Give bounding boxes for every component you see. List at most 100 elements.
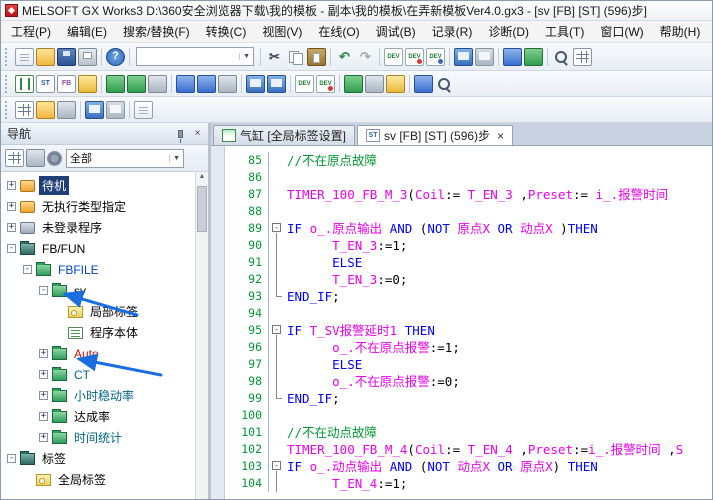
tree-item[interactable]: -FBFILE: [1, 259, 208, 280]
expand-icon[interactable]: +: [39, 349, 48, 358]
run-icon[interactable]: [344, 75, 363, 93]
expand-icon[interactable]: +: [39, 370, 48, 379]
find-icon[interactable]: [552, 48, 571, 66]
expand-icon[interactable]: +: [7, 181, 16, 190]
tree-item[interactable]: 全局标签: [1, 469, 208, 490]
forced-on-off-icon[interactable]: DEV: [316, 75, 335, 93]
menu-item[interactable]: 帮助(H): [652, 21, 709, 42]
collapse-box-icon[interactable]: -: [272, 325, 281, 334]
menu-item[interactable]: 诊断(D): [480, 21, 537, 42]
tree-item[interactable]: -标签: [1, 448, 208, 469]
tree-item[interactable]: -FB/FUN: [1, 238, 208, 259]
save-project-icon[interactable]: [57, 48, 76, 66]
watch-window-icon[interactable]: [503, 48, 522, 66]
code-line[interactable]: 96 o_.不在原点报警:=1;: [225, 339, 712, 356]
reset-icon[interactable]: [386, 75, 405, 93]
tab-sv-st[interactable]: STsv [FB] [ST] (596)步×: [357, 125, 513, 145]
menu-item[interactable]: 记录(R): [424, 21, 481, 42]
output-window-icon[interactable]: [57, 101, 76, 119]
device-memory-icon[interactable]: DEV: [405, 48, 424, 66]
toolbar-grip[interactable]: [5, 101, 10, 119]
tree-item[interactable]: +小时稳动率: [1, 385, 208, 406]
tree-filter-combo[interactable]: 全部▼: [66, 149, 184, 168]
device-test-icon[interactable]: DEV: [295, 75, 314, 93]
code-line[interactable]: 94: [225, 305, 712, 322]
code-line[interactable]: 88: [225, 203, 712, 220]
pin-icon[interactable]: [174, 127, 187, 140]
program-select-combo[interactable]: ▼: [136, 47, 254, 66]
cross-reference-icon[interactable]: [573, 48, 592, 66]
code-line[interactable]: 103-IF o_.动点输出 AND (NOT 动点X OR 原点X) THEN: [225, 458, 712, 475]
online-write-icon[interactable]: [197, 75, 216, 93]
check-program-icon[interactable]: [148, 75, 167, 93]
device-comment-icon[interactable]: DEV: [384, 48, 403, 66]
nav-scrollbar[interactable]: ▲: [195, 172, 208, 499]
simulation-icon[interactable]: [414, 75, 433, 93]
tree-item[interactable]: +CT: [1, 364, 208, 385]
new-project-icon[interactable]: [15, 48, 34, 66]
element-selection-icon[interactable]: [36, 101, 55, 119]
code-line[interactable]: 91 ELSE: [225, 254, 712, 271]
diagnostics-icon[interactable]: [435, 75, 454, 93]
expand-icon[interactable]: +: [7, 202, 16, 211]
collapse-icon[interactable]: -: [39, 286, 48, 295]
tree-item[interactable]: +时间统计: [1, 427, 208, 448]
code-line[interactable]: 99END_IF;: [225, 390, 712, 407]
watch-window-1-icon[interactable]: [85, 101, 104, 119]
code-line[interactable]: 101//不在动点故障: [225, 424, 712, 441]
collapse-box-icon[interactable]: -: [272, 461, 281, 470]
menu-item[interactable]: 窗口(W): [592, 21, 651, 42]
ladder-editor-icon[interactable]: [15, 75, 34, 93]
tab-cylinder-global-label[interactable]: 气缸 [全局标签设置]: [213, 125, 355, 145]
menu-item[interactable]: 转换(C): [198, 21, 255, 42]
cut-icon[interactable]: ✂: [265, 48, 284, 66]
collapse-icon[interactable]: -: [7, 454, 16, 463]
docking-layout-icon[interactable]: [134, 101, 153, 119]
menu-item[interactable]: 工程(P): [3, 21, 59, 42]
code-line[interactable]: 104 T_EN_4:=1;: [225, 475, 712, 492]
code-editor[interactable]: 85//不在原点故障8687TIMER_100_FB_M_3(Coil:= T_…: [211, 146, 712, 499]
watch-window-2-icon[interactable]: [106, 101, 125, 119]
menu-item[interactable]: 在线(O): [310, 21, 367, 42]
tree-item[interactable]: +待机: [1, 175, 208, 196]
copy-icon[interactable]: [286, 48, 305, 66]
code-line[interactable]: 102TIMER_100_FB_M_4(Coil:= T_EN_4 ,Prese…: [225, 441, 712, 458]
menu-item[interactable]: 视图(V): [254, 21, 310, 42]
code-line[interactable]: 97 ELSE: [225, 356, 712, 373]
code-line[interactable]: 87TIMER_100_FB_M_3(Coil:= T_EN_3 ,Preset…: [225, 186, 712, 203]
help-icon[interactable]: ?: [106, 48, 125, 66]
convert-all-icon[interactable]: [127, 75, 146, 93]
stop-icon[interactable]: [365, 75, 384, 93]
code-line[interactable]: 89-IF o_.原点输出 AND (NOT 原点X OR 动点X )THEN: [225, 220, 712, 237]
tree-item[interactable]: +无执行类型指定: [1, 196, 208, 217]
tree-item[interactable]: -sv: [1, 280, 208, 301]
expand-icon[interactable]: +: [39, 412, 48, 421]
sort-icon[interactable]: [26, 149, 45, 167]
gear-icon[interactable]: [47, 151, 62, 166]
print-icon[interactable]: [78, 48, 97, 66]
code-line[interactable]: 93END_IF;: [225, 288, 712, 305]
combo-arrow-icon[interactable]: ▼: [169, 155, 180, 162]
code-line[interactable]: 85//不在原点故障: [225, 152, 712, 169]
st-editor-icon[interactable]: ST: [36, 75, 55, 93]
monitor-start-icon[interactable]: [454, 48, 473, 66]
collapse-box-icon[interactable]: -: [272, 223, 281, 232]
code-line[interactable]: 95-IF T_SV报警延时1 THEN: [225, 322, 712, 339]
display-target-icon[interactable]: [5, 149, 24, 167]
monitor-mode-icon[interactable]: [246, 75, 265, 93]
tree-item[interactable]: +达成率: [1, 406, 208, 427]
collapse-icon[interactable]: -: [7, 244, 16, 253]
paste-icon[interactable]: [307, 48, 326, 66]
convert-icon[interactable]: [106, 75, 125, 93]
code-line[interactable]: 90 T_EN_3:=1;: [225, 237, 712, 254]
expand-icon[interactable]: +: [39, 433, 48, 442]
code-line[interactable]: 100: [225, 407, 712, 424]
scroll-up-icon[interactable]: ▲: [196, 173, 208, 180]
device-initial-value-icon[interactable]: DEV: [426, 48, 445, 66]
monitor-stop-icon[interactable]: [475, 48, 494, 66]
redo-icon[interactable]: ↷: [356, 48, 375, 66]
toolbar-grip[interactable]: [5, 48, 10, 66]
device-batch-monitor-icon[interactable]: [524, 48, 543, 66]
tree-item[interactable]: 程序本体: [1, 322, 208, 343]
scrollbar-thumb[interactable]: [197, 186, 207, 232]
